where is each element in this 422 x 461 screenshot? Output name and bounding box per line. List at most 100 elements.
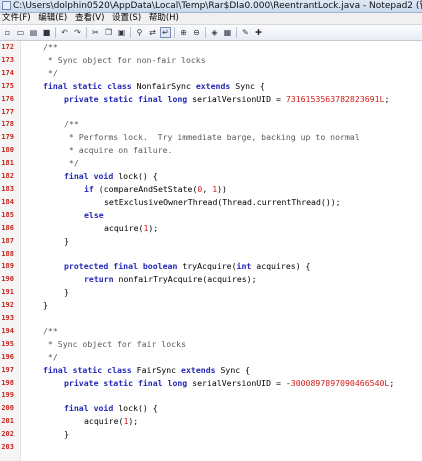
settings-icon[interactable]: ✎ <box>240 27 251 38</box>
code-token: serialVersionUID = - <box>192 377 291 388</box>
zoom-in-icon[interactable]: ⊕ <box>178 27 189 38</box>
copy-icon[interactable]: ❐ <box>103 27 114 38</box>
redo-icon[interactable]: ↷ <box>72 27 83 38</box>
code-token: (compareAndSetState( <box>98 183 198 194</box>
code-line: 178 /** <box>0 118 422 131</box>
menu-help[interactable]: 帮助(H) <box>149 13 179 23</box>
keyword-token: else <box>84 209 104 220</box>
line-number: 203 <box>1 443 14 452</box>
replace-icon[interactable]: ⇄ <box>147 27 158 38</box>
comment-token: */ <box>64 158 79 169</box>
scheme-icon[interactable]: ◈ <box>209 27 220 38</box>
line-number: 181 <box>1 159 14 168</box>
toolbar-separator <box>130 27 131 38</box>
code-text: acquire(1); <box>104 222 158 235</box>
code-token: NonfairSync <box>136 80 196 91</box>
code-text: else <box>84 209 104 222</box>
code-editor[interactable]: 172 /** 173 * Sync object for non-fair loc… <box>0 41 422 461</box>
save-icon[interactable]: ■ <box>41 27 52 38</box>
open-icon[interactable]: ▭ <box>15 27 26 38</box>
code-line: 193 <box>0 312 422 325</box>
code-text: /** <box>64 118 79 131</box>
code-token: serialVersionUID = <box>192 93 286 104</box>
code-text: private static final long serialVersionU… <box>64 93 389 106</box>
line-number: 180 <box>1 146 14 155</box>
code-text: */ <box>64 157 79 170</box>
code-token: ; <box>389 377 395 388</box>
menu-view[interactable]: 查看(V) <box>75 13 104 23</box>
line-number: 197 <box>1 365 14 374</box>
comment-token: */ <box>43 351 58 362</box>
code-line: 196 */ <box>0 351 422 364</box>
paste-icon[interactable]: ▣ <box>116 27 127 38</box>
menu-settings[interactable]: 设置(S) <box>112 13 141 23</box>
cut-icon[interactable]: ✂ <box>90 27 101 38</box>
code-token: Sync { <box>220 364 251 375</box>
code-token: , <box>202 183 213 194</box>
number-token: 7316153563782823691L <box>285 93 385 104</box>
code-token: lock() { <box>118 171 158 182</box>
code-text: /** <box>43 325 58 338</box>
code-text: private static final long serialVersionU… <box>64 377 394 390</box>
code-text: } <box>64 286 69 299</box>
code-line: 185 else <box>0 209 422 222</box>
code-line: 176 private static final long serialVersi… <box>0 93 422 106</box>
code-token: nonfairTryAcquire(acquires); <box>118 274 257 285</box>
number-token: 3000897897090466540L <box>290 377 390 388</box>
code-token: } <box>64 429 69 440</box>
code-token: ; <box>384 93 390 104</box>
line-number: 202 <box>1 430 14 439</box>
menu-edit[interactable]: 编辑(E) <box>38 13 67 23</box>
code-text: acquire(1); <box>84 415 138 428</box>
line-number: 190 <box>1 275 14 284</box>
undo-icon[interactable]: ↶ <box>59 27 70 38</box>
line-number: 185 <box>1 210 14 219</box>
code-line: 180 * acquire on failure. <box>0 144 422 157</box>
code-text: final void lock() { <box>64 170 158 183</box>
code-text: * Sync object for non-fair locks <box>43 54 206 67</box>
code-line: 189 protected final boolean tryAcquire(in… <box>0 260 422 273</box>
keyword-token: final static class <box>43 364 137 375</box>
line-number: 194 <box>1 326 14 335</box>
menu-file[interactable]: 文件(F) <box>2 13 31 23</box>
find-icon[interactable]: ⚲ <box>134 27 145 38</box>
code-token: FairSync <box>136 364 182 375</box>
app-icon <box>2 1 11 10</box>
comment-token: * Sync object for non-fair locks <box>43 54 206 65</box>
line-number: 192 <box>1 301 14 310</box>
code-line: 200 final void lock() { <box>0 402 422 415</box>
code-line: 179 * Performs lock. Try immediate barge… <box>0 131 422 144</box>
line-number: 183 <box>1 184 14 193</box>
code-line: 191} <box>0 286 422 299</box>
code-line: 194 /** <box>0 325 422 338</box>
new-icon[interactable]: ▫ <box>2 27 13 38</box>
code-text: final static class NonfairSync extends S… <box>43 80 265 93</box>
code-token: acquire( <box>104 222 144 233</box>
word-wrap-icon[interactable]: ↵ <box>160 27 171 38</box>
line-number: 184 <box>1 197 14 206</box>
code-text: } <box>43 299 48 312</box>
toolbar-separator <box>236 27 237 38</box>
line-number: 193 <box>1 314 14 323</box>
keyword-token: return <box>84 274 119 285</box>
code-line: 198 private static final long serialVersi… <box>0 377 422 390</box>
code-line: 173 * Sync object for non-fair locks <box>0 54 422 67</box>
comment-token: */ <box>43 67 58 78</box>
code-line: 192} <box>0 299 422 312</box>
browse-icon[interactable]: ▤ <box>28 27 39 38</box>
comment-token: * Sync object for fair locks <box>43 338 186 349</box>
code-line: 186 acquire(1); <box>0 222 422 235</box>
code-text: if (compareAndSetState(0, 1)) <box>84 183 227 196</box>
customize-icon[interactable]: ▦ <box>222 27 233 38</box>
keyword-token: final static class <box>43 80 137 91</box>
comment-token: * Performs lock. Try immediate barge, ba… <box>64 132 360 143</box>
code-line: 187} <box>0 235 422 248</box>
line-number: 198 <box>1 378 14 387</box>
comment-token: * acquire on failure. <box>64 145 173 156</box>
keyword-token: final void <box>64 171 119 182</box>
add-favorite-icon[interactable]: ✚ <box>253 27 264 38</box>
zoom-out-icon[interactable]: ⊖ <box>191 27 202 38</box>
keyword-token: final void <box>64 403 119 414</box>
code-text: setExclusiveOwnerThread(Thread.currentTh… <box>104 196 341 209</box>
keyword-token: private static final long <box>64 377 193 388</box>
